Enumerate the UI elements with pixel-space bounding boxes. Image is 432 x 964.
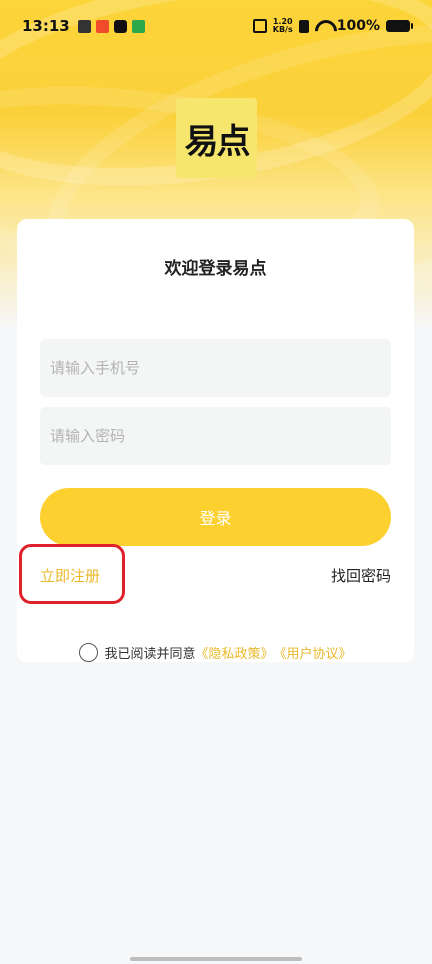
- app-logo: 易点: [176, 98, 257, 178]
- agreement-text: 我已阅读并同意: [104, 647, 196, 662]
- home-indicator[interactable]: [130, 957, 302, 961]
- network-speed-unit: KB/s: [272, 25, 293, 34]
- phone-input[interactable]: [40, 339, 391, 397]
- vibrate-icon: [252, 19, 267, 33]
- status-bar: 13:13 1.20 KB/s 100%: [0, 0, 432, 52]
- agreement-row: 我已阅读并同意 《隐私政策》 《用户协议》: [17, 643, 414, 662]
- login-card: 欢迎登录易点 登录 立即注册 找回密码 我已阅读并同意 《隐私政策》 《用户协议…: [17, 219, 414, 662]
- status-right: 1.20 KB/s 100%: [252, 18, 413, 34]
- privacy-policy-link[interactable]: 《隐私政策》: [195, 643, 273, 662]
- clipboard-notification-icon: [77, 19, 91, 33]
- app-notification-icon: [131, 19, 145, 33]
- sim-icon: [298, 19, 309, 33]
- agreement-checkbox[interactable]: [79, 643, 99, 662]
- wifi-icon: [315, 20, 331, 32]
- battery-percentage: 100%: [336, 18, 380, 34]
- password-input[interactable]: [40, 407, 391, 465]
- login-title: 欢迎登录易点: [164, 259, 267, 279]
- forgot-password-link[interactable]: 找回密码: [331, 565, 391, 586]
- login-button[interactable]: 登录: [40, 488, 391, 546]
- status-time: 13:13: [22, 17, 70, 35]
- app-notification-icon: [95, 19, 109, 33]
- network-speed: 1.20 KB/s: [273, 18, 293, 34]
- user-agreement-link[interactable]: 《用户协议》: [274, 643, 352, 662]
- battery-icon: [386, 20, 413, 32]
- register-link[interactable]: 立即注册: [40, 565, 100, 586]
- tiktok-notification-icon: [113, 19, 127, 33]
